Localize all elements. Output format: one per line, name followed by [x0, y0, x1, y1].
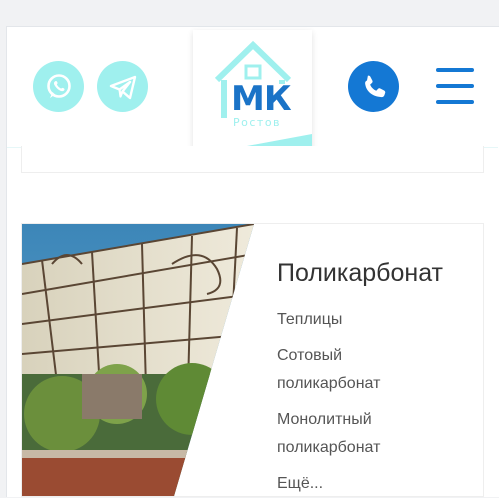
telegram-icon	[109, 75, 136, 99]
link-sotovyy-polikarbonat[interactable]: Сотовый поликарбонат	[277, 342, 477, 398]
whatsapp-icon	[46, 73, 71, 98]
link-label: Сотовый	[277, 347, 343, 364]
category-photo	[22, 224, 254, 496]
link-label: Монолитный	[277, 411, 372, 428]
link-more[interactable]: Ещё...	[277, 470, 477, 498]
menu-button[interactable]	[436, 68, 474, 104]
phone-button[interactable]	[348, 61, 399, 112]
card-title[interactable]: Поликарбонат	[277, 256, 487, 290]
menu-icon	[436, 68, 474, 72]
link-monolitnyy-polikarbonat[interactable]: Монолитный поликарбонат	[277, 406, 477, 462]
logo-city: Ростов	[233, 116, 282, 129]
phone-icon	[364, 75, 385, 97]
link-label-line2: поликарбонат	[277, 439, 381, 456]
previous-card-bottom	[21, 146, 484, 173]
telegram-button[interactable]	[97, 61, 148, 112]
link-teplitsy[interactable]: Теплицы	[277, 306, 477, 334]
link-label-line2: поликарбонат	[277, 375, 381, 392]
logo-letters: МК	[231, 79, 292, 119]
whatsapp-button[interactable]	[33, 61, 84, 112]
link-label: Ещё...	[277, 475, 324, 492]
link-label: Теплицы	[277, 311, 343, 328]
